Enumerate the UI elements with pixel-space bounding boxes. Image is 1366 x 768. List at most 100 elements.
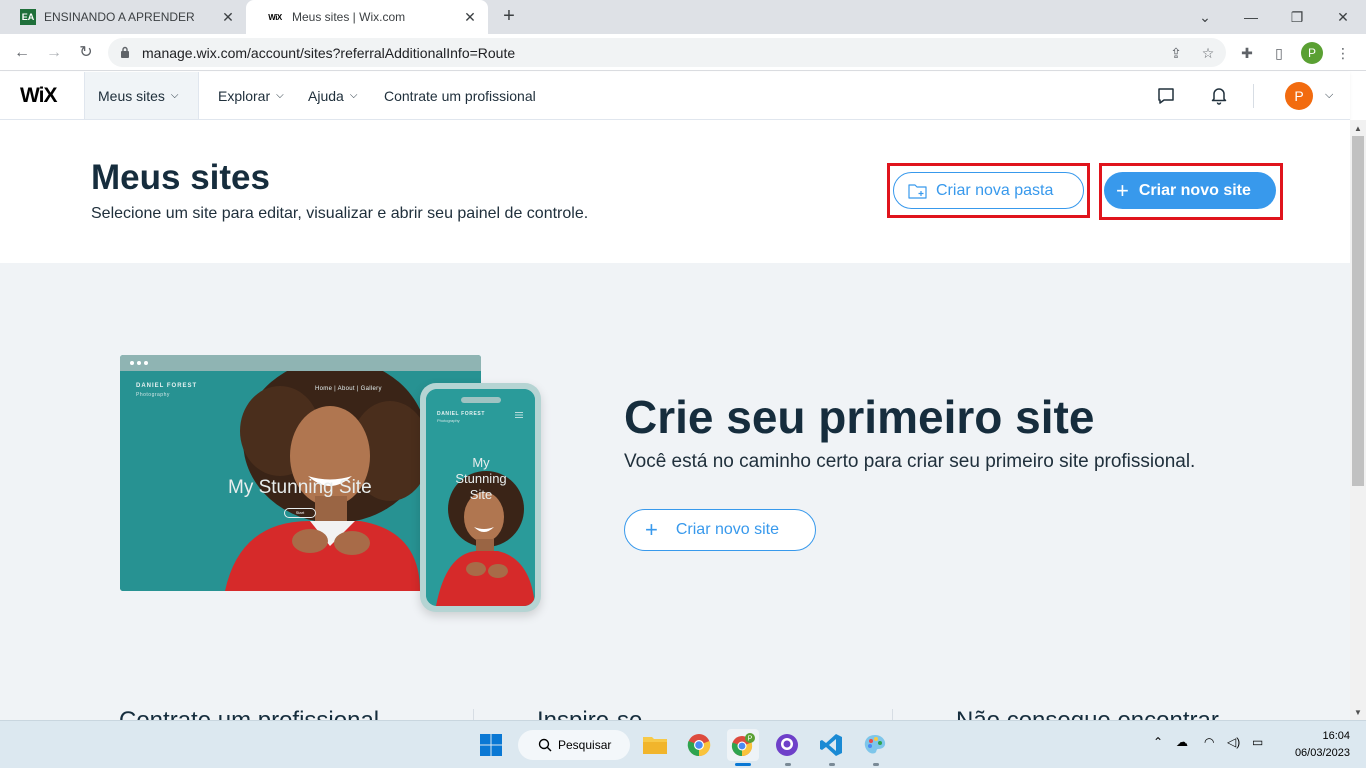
nav-label: Explorar xyxy=(218,87,271,104)
wifi-icon[interactable]: ◠ xyxy=(1204,735,1214,749)
tab-label: Meus sites | Wix.com xyxy=(292,10,406,24)
mock-brand: DANIEL FOREST xyxy=(437,411,485,417)
scroll-down-icon[interactable]: ▼ xyxy=(1354,708,1362,717)
app-indicator xyxy=(785,763,791,766)
section-hire-pro: Contrate um profissional xyxy=(119,707,379,720)
chat-icon[interactable] xyxy=(1156,86,1176,106)
clock-time[interactable]: 16:04 xyxy=(1314,730,1350,742)
button-label: Criar novo site xyxy=(675,521,780,538)
browser-mock-bar xyxy=(120,355,481,371)
wix-logo[interactable]: WiX xyxy=(20,84,57,108)
extensions-icon[interactable]: ✚ xyxy=(1236,42,1258,64)
search-label: Pesquisar xyxy=(558,738,612,752)
bookmark-star-icon[interactable]: ☆ xyxy=(1198,43,1218,63)
scroll-thumb[interactable] xyxy=(1352,136,1364,486)
tab-meus-sites[interactable]: WiX Meus sites | Wix.com ✕ xyxy=(246,0,488,34)
browser-profile-avatar[interactable]: P xyxy=(1301,42,1323,64)
search-icon xyxy=(538,738,552,752)
chevron-down-icon[interactable]: ⌵ xyxy=(1325,89,1333,102)
chevron-up-icon[interactable]: ⌃ xyxy=(1153,735,1163,749)
mock-site-title: My Stunning Site xyxy=(228,477,372,498)
close-icon[interactable]: ✕ xyxy=(220,9,236,25)
app-indicator xyxy=(873,763,879,766)
empty-state-section: DANIEL FOREST Photography Home | About |… xyxy=(0,263,1350,720)
kebab-menu-icon[interactable]: ⋮ xyxy=(1332,42,1354,64)
browser-tab-strip: EA ENSINANDO A APRENDER ✕ WiX Meus sites… xyxy=(0,0,1366,34)
mock-brand-subtitle: Photography xyxy=(437,418,460,423)
ea-favicon-icon: EA xyxy=(20,9,36,25)
create-site-hero-button[interactable]: + Criar novo site xyxy=(624,509,816,551)
active-app-indicator xyxy=(735,763,751,766)
address-bar[interactable]: manage.wix.com/account/sites?referralAdd… xyxy=(108,38,1226,67)
window-close-icon[interactable]: ✕ xyxy=(1332,6,1354,28)
tab-label: ENSINANDO A APRENDER xyxy=(44,10,195,24)
button-label: Criar novo site xyxy=(1138,181,1251,199)
volume-icon[interactable]: ◁) xyxy=(1227,735,1240,749)
mock-nav: Home | About | Gallery xyxy=(315,386,382,392)
github-desktop-icon[interactable] xyxy=(771,729,803,761)
tab-search-icon[interactable]: ⌄ xyxy=(1194,6,1216,28)
plus-icon: + xyxy=(1116,177,1129,203)
chevron-down-icon: ⌵ xyxy=(349,90,358,101)
section-cant-find: Não consegue encontrar xyxy=(956,707,1219,720)
mock-start-button: Start xyxy=(284,508,316,518)
nav-ajuda[interactable]: Ajuda ⌵ xyxy=(308,72,357,119)
mock-brand: DANIEL FOREST xyxy=(136,383,198,389)
url-text: manage.wix.com/account/sites?referralAdd… xyxy=(142,45,516,61)
plus-icon: + xyxy=(645,517,658,542)
bell-icon[interactable] xyxy=(1209,85,1229,105)
section-inspire: Inspire-se xyxy=(537,707,642,720)
nav-contrate[interactable]: Contrate um profissional xyxy=(384,72,536,119)
wix-header: WiX Meus sites ⌵ Explorar ⌵ Ajuda ⌵ Cont… xyxy=(0,72,1350,120)
nav-label: Contrate um profissional xyxy=(384,87,536,104)
mock-brand-subtitle: Photography xyxy=(136,392,170,398)
battery-icon[interactable]: ▭ xyxy=(1252,735,1263,749)
header-divider xyxy=(1253,84,1254,108)
paint-icon[interactable] xyxy=(859,729,891,761)
page-header: Meus sites Selecione um site para editar… xyxy=(0,120,1350,263)
chevron-down-icon: ⌵ xyxy=(170,90,179,101)
close-icon[interactable]: ✕ xyxy=(462,9,478,25)
vscode-icon[interactable] xyxy=(815,729,847,761)
section-divider xyxy=(892,709,893,720)
windows-taskbar: Pesquisar P ⌃ ☁ ◠ ◁) ▭ 16:04 06/03/2023 xyxy=(0,720,1366,768)
file-explorer-icon[interactable] xyxy=(639,729,671,761)
svg-text:P: P xyxy=(748,736,753,743)
reload-icon[interactable]: ↻ xyxy=(74,41,98,65)
hamburger-icon xyxy=(515,412,523,418)
nav-label: Meus sites xyxy=(98,87,165,104)
new-tab-button[interactable]: + xyxy=(498,6,520,28)
side-panel-icon[interactable]: ▯ xyxy=(1268,42,1290,64)
restore-icon[interactable]: ❐ xyxy=(1286,6,1308,28)
nav-explorar[interactable]: Explorar ⌵ xyxy=(218,72,284,119)
lock-icon xyxy=(121,46,129,58)
chrome-profile-icon[interactable]: P xyxy=(727,729,759,761)
clock-date[interactable]: 06/03/2023 xyxy=(1285,747,1350,759)
minimize-icon[interactable]: — xyxy=(1240,6,1262,28)
mobile-site-preview: DANIEL FOREST Photography My Stunning Si… xyxy=(420,383,541,612)
button-label: Criar nova pasta xyxy=(936,181,1054,199)
avatar[interactable]: P xyxy=(1285,82,1313,110)
back-icon[interactable]: ← xyxy=(10,41,34,65)
taskbar-search[interactable]: Pesquisar xyxy=(518,730,630,760)
tab-ensinando[interactable]: EA ENSINANDO A APRENDER ✕ xyxy=(0,0,246,34)
mock-site-title: My Stunning Site xyxy=(455,455,507,502)
create-site-button[interactable]: + Criar novo site xyxy=(1104,172,1276,209)
page-scrollbar[interactable]: ▲ ▼ xyxy=(1350,120,1366,720)
chrome-icon[interactable] xyxy=(683,729,715,761)
nav-meus-sites[interactable]: Meus sites ⌵ xyxy=(84,72,199,119)
page-subtitle: Selecione um site para editar, visualiza… xyxy=(91,205,589,222)
phone-screen: DANIEL FOREST Photography My Stunning Si… xyxy=(426,389,535,606)
hero-subtitle: Você está no caminho certo para criar se… xyxy=(624,451,1196,472)
windows-start-icon[interactable] xyxy=(475,729,507,761)
hero-title: Crie seu primeiro site xyxy=(624,391,1095,443)
share-icon[interactable]: ⇪ xyxy=(1166,43,1186,63)
forward-icon[interactable]: → xyxy=(42,41,66,65)
nav-label: Ajuda xyxy=(308,87,344,104)
create-folder-button[interactable]: Criar nova pasta xyxy=(893,172,1084,209)
onedrive-icon[interactable]: ☁ xyxy=(1176,735,1188,749)
browser-toolbar: ← → ↻ manage.wix.com/account/sites?refer… xyxy=(0,34,1366,71)
app-indicator xyxy=(829,763,835,766)
scroll-up-icon[interactable]: ▲ xyxy=(1354,124,1362,133)
page-title: Meus sites xyxy=(91,158,270,197)
